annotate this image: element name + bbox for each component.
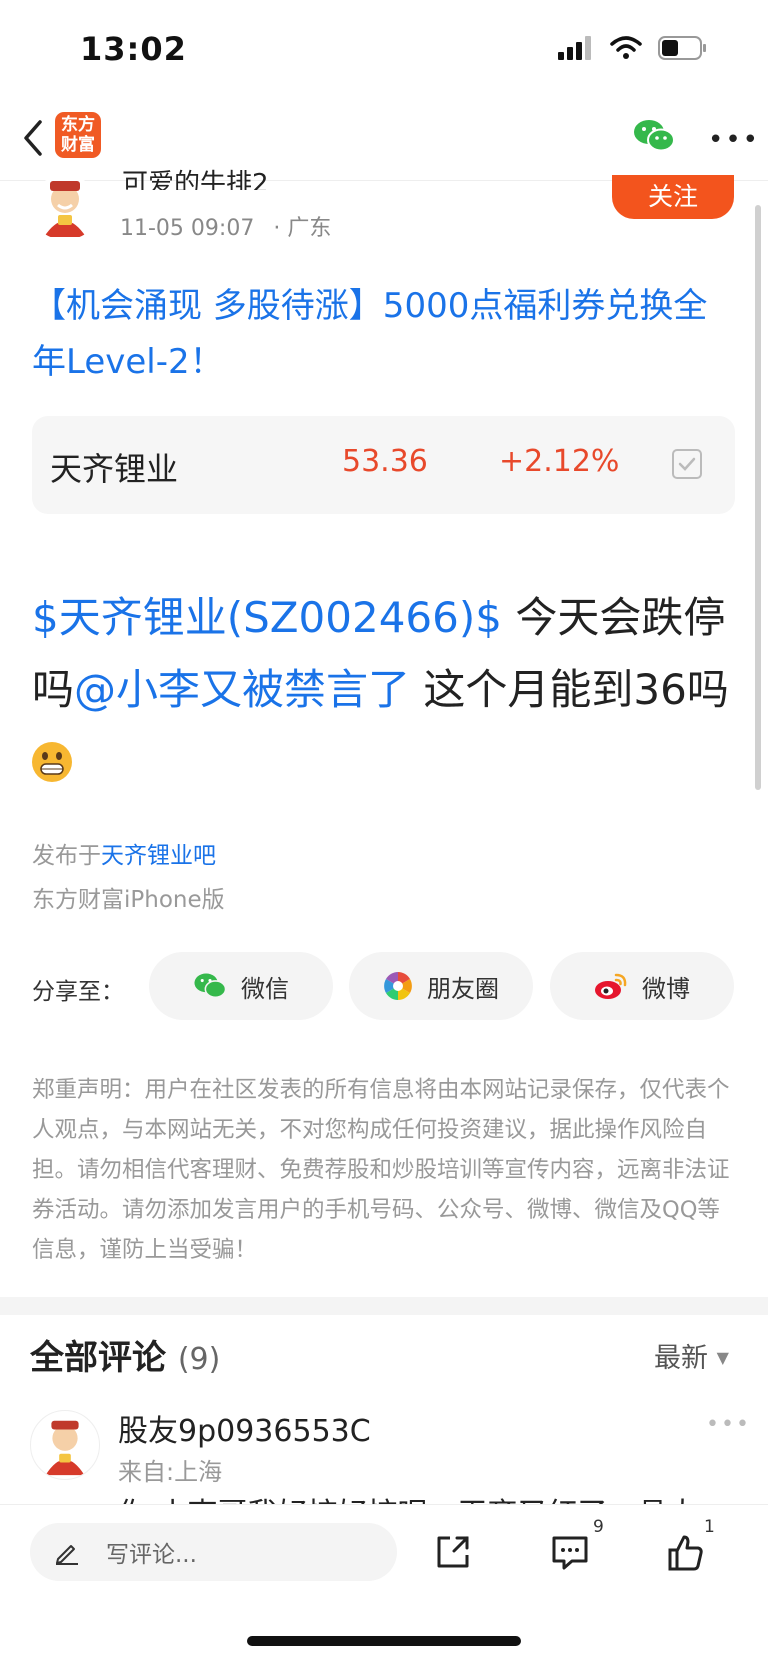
battery-icon [658,36,706,60]
stock-price: 53.36 [342,444,428,479]
section-divider [0,1297,768,1315]
comments-header: 全部评论 (9) [30,1330,220,1379]
commenter-location: 来自:上海 [118,1458,223,1486]
home-indicator[interactable] [247,1636,521,1646]
logo-text: 财富 [61,135,95,155]
comment-button[interactable] [550,1533,590,1577]
check-icon [678,457,696,471]
stock-card[interactable]: 天齐锂业 53.36 +2.12% [32,416,735,514]
sort-label: 最新 [654,1343,708,1374]
grimace-emoji-icon [32,742,72,782]
app-logo[interactable]: 东方 财富 [55,112,101,158]
like-badge: 1 [704,1517,715,1537]
share-out-icon[interactable] [434,1533,472,1571]
scrollbar[interactable] [755,205,761,790]
comment-input[interactable]: 写评论... [30,1523,397,1581]
pencil-icon [56,1545,78,1565]
post-time: 11-05 09:07 [120,216,255,241]
more-icon[interactable]: ••• [708,125,760,155]
comments-count: (9) [177,1342,221,1377]
commenter-avatar[interactable] [30,1410,100,1480]
status-icons [558,36,708,60]
share-weibo-label: 微博 [642,974,690,1003]
body-text: 这个月能到36吗 [410,665,729,714]
post-meta: 11-05 09:07 · 广东 [120,210,331,242]
share-wechat-button[interactable]: 微信 [149,952,333,1020]
add-watchlist-checkbox[interactable] [672,449,702,479]
stock-link[interactable]: $天齐锂业(SZ002466)$ [32,593,502,642]
comment-badge: 9 [593,1517,604,1537]
logo-text: 东方 [61,115,95,135]
bottom-bar: 写评论... 9 1 [0,1504,768,1664]
stock-change: +2.12% [499,444,620,479]
comment-icon [552,1536,588,1570]
post-body: $天齐锂业(SZ002466)$ 今天会跌停吗@小李又被禁言了 这个月能到36吗 [32,582,732,798]
disclaimer: 郑重声明：用户在社区发表的所有信息将由本网站记录保存，仅代表个人观点，与本网站无… [32,1077,730,1263]
sort-dropdown[interactable]: 最新 ▼ [654,1336,729,1375]
weibo-icon [595,973,627,999]
nav-bar: 东方 财富 ••• [0,100,768,181]
comments-title: 全部评论 [30,1338,166,1378]
comment-more-icon[interactable]: ••• [706,1412,751,1437]
comment-input-placeholder: 写评论... [106,1542,197,1568]
wechat-share-icon[interactable] [633,118,675,154]
post-title[interactable]: 【机会涌现 多股待涨】5000点福利券兑换全年Level-2！ [32,278,732,390]
share-wechat-label: 微信 [241,974,289,1003]
publish-prefix: 发布于 [32,843,101,869]
wechat-icon [194,973,227,999]
status-time: 13:02 [80,30,187,68]
caret-down-icon: ▼ [716,1348,729,1367]
share-moments-label: 朋友圈 [427,974,499,1003]
mention-link[interactable]: @小李又被禁言了 [74,665,410,714]
stock-name: 天齐锂业 [50,450,179,488]
author-avatar[interactable] [30,175,100,240]
bar-link[interactable]: 天齐锂业吧 [101,843,216,869]
wifi-icon [610,36,642,59]
device-info: 东方财富iPhone版 [32,887,225,913]
author-name[interactable]: 可爱的牛排2 [122,168,269,190]
commenter-name[interactable]: 股友9p0936553C [118,1406,371,1450]
like-button[interactable] [666,1533,706,1577]
moments-icon [384,972,412,1000]
share-moments-button[interactable]: 朋友圈 [349,952,533,1020]
back-icon[interactable] [18,118,48,158]
share-weibo-button[interactable]: 微博 [550,952,734,1020]
thumbs-up-icon [668,1535,703,1571]
signal-icon [558,36,591,60]
publish-info: 发布于天齐锂业吧 [32,836,216,870]
share-label: 分享至： [32,979,124,1005]
post-location: · 广东 [273,216,332,241]
follow-button[interactable]: 关注 [612,175,734,219]
